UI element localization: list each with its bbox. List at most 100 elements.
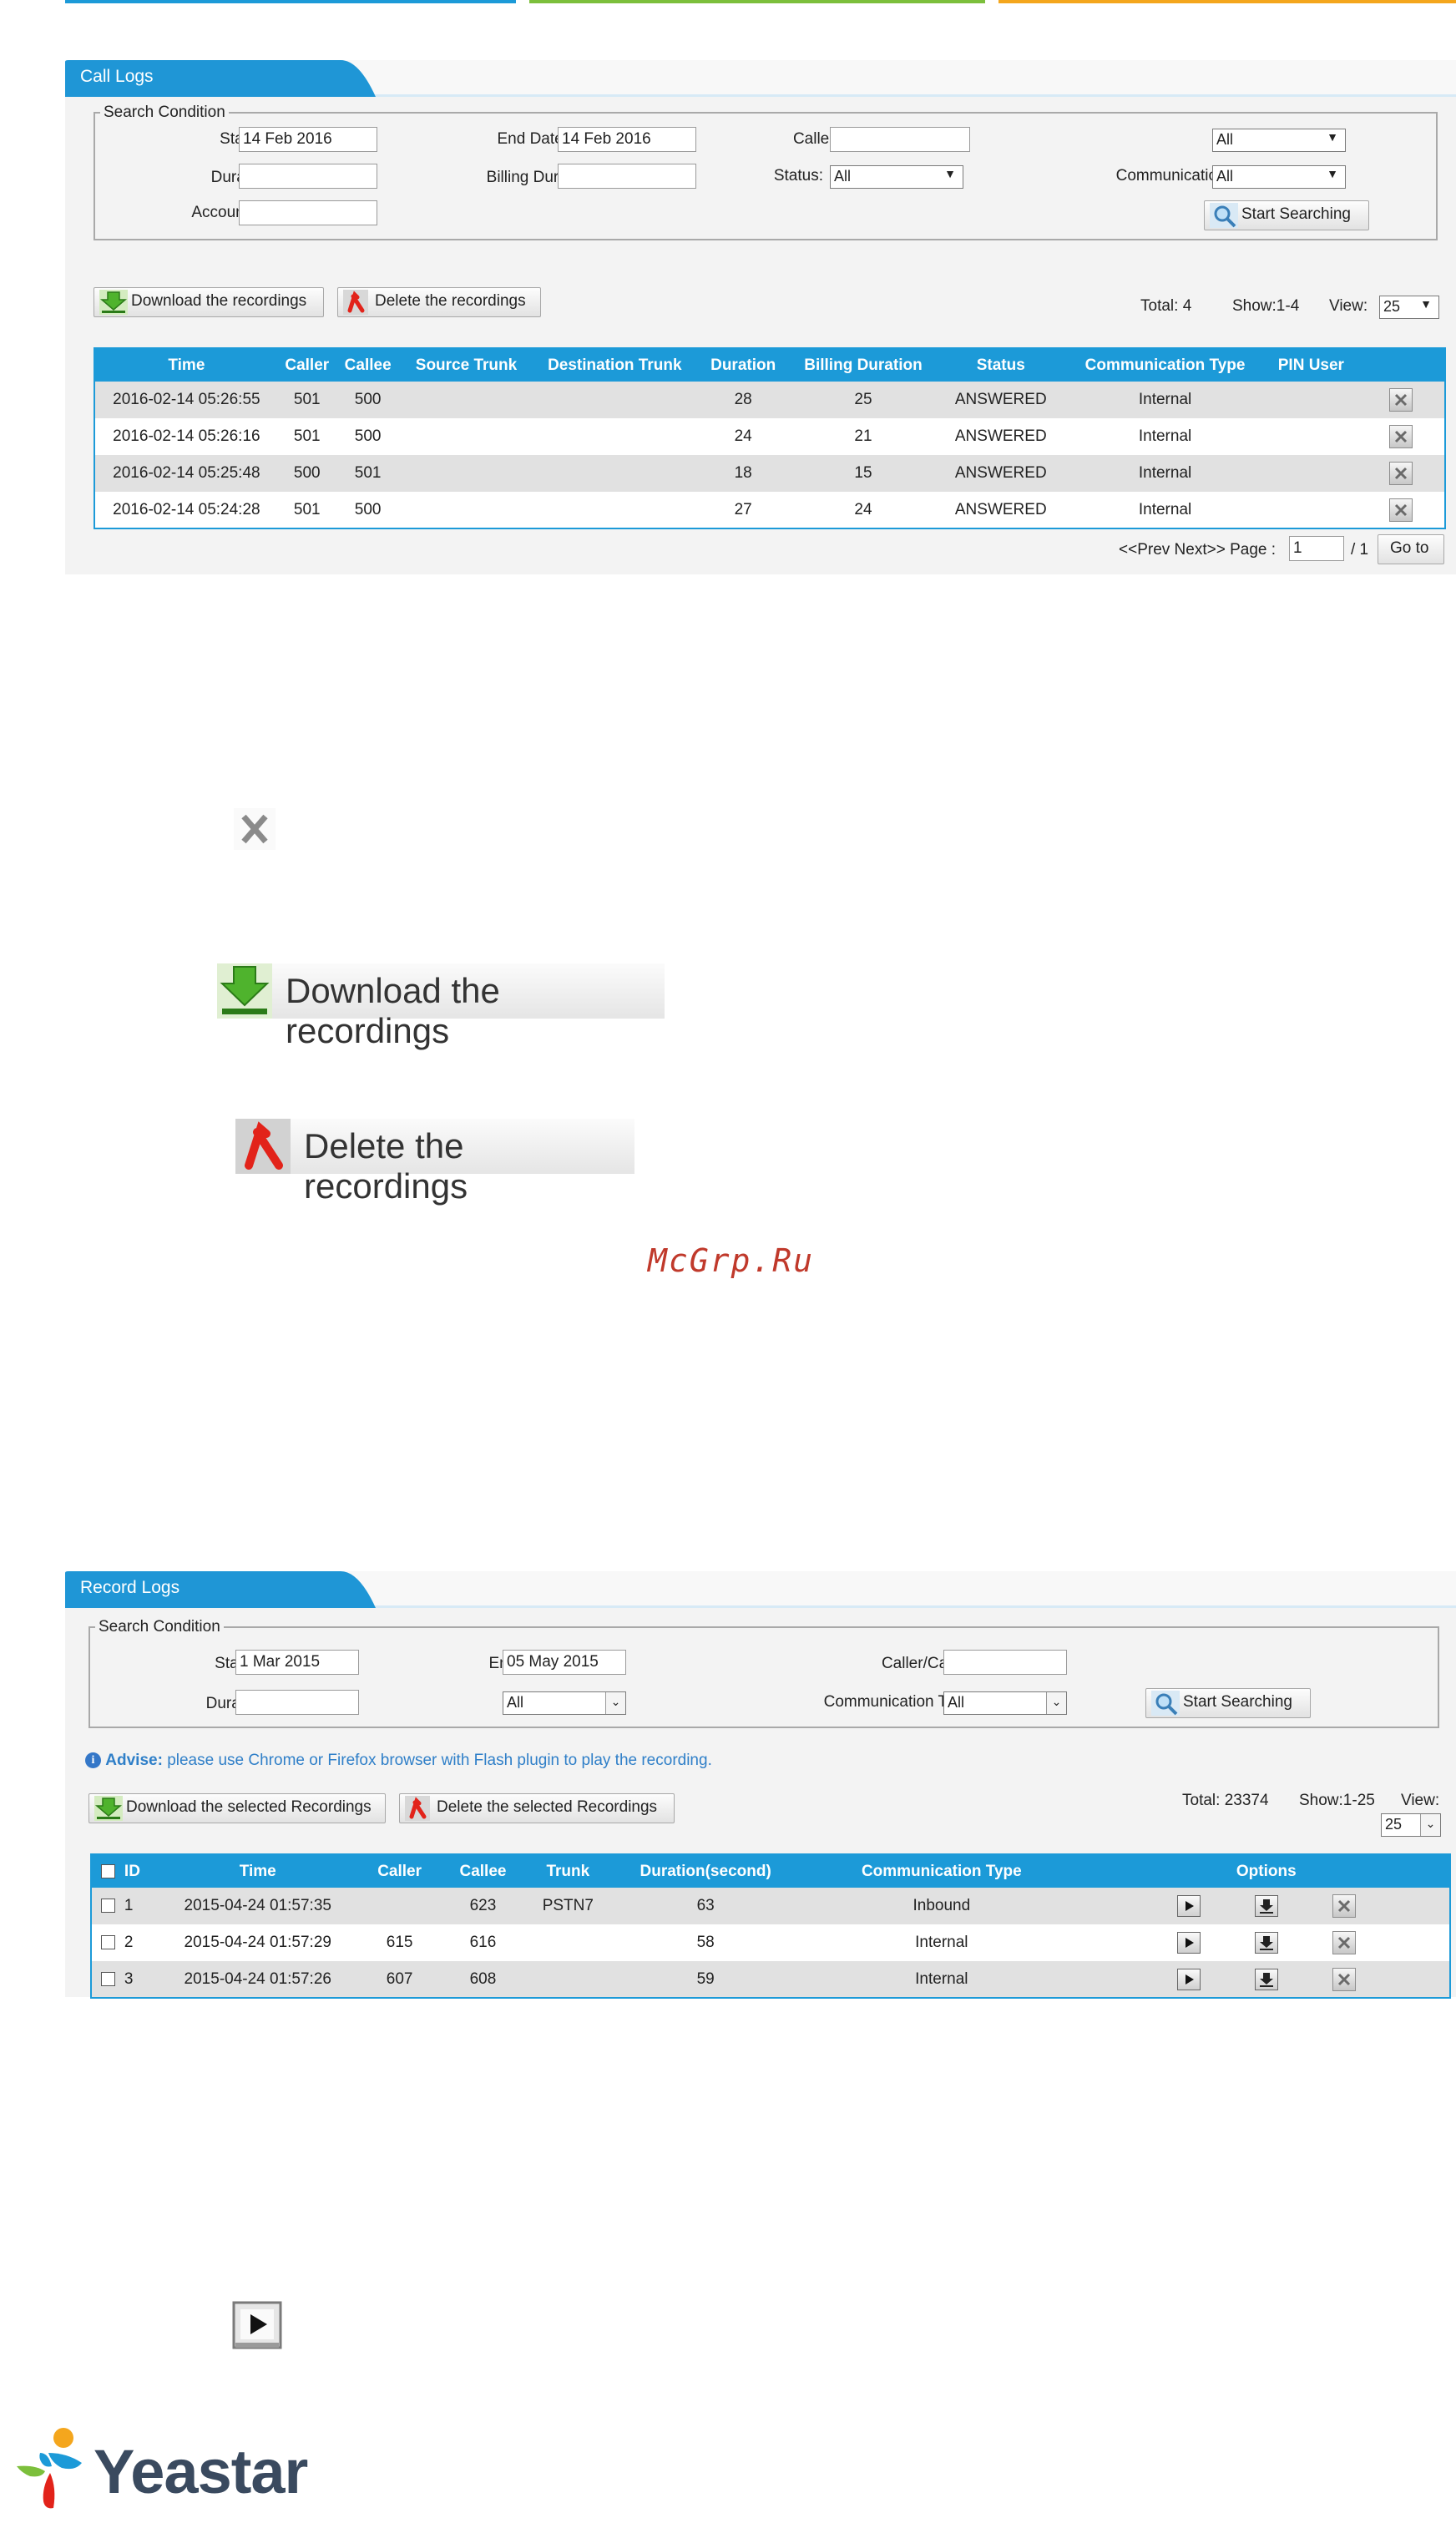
play-triangle-icon — [1185, 1901, 1194, 1911]
cell-status: ANSWERED — [936, 455, 1065, 492]
view-select[interactable]: 25 ⌄ — [1381, 1813, 1441, 1837]
go-to-button[interactable]: Go to — [1378, 534, 1444, 564]
col-destination-trunk[interactable]: Destination Trunk — [533, 348, 697, 382]
pager-prev-next[interactable]: <<Prev Next>> Page : — [1119, 541, 1276, 559]
cell-options — [1083, 1888, 1450, 1924]
comm-type-select[interactable]: All ⌄ — [943, 1691, 1067, 1715]
col-communication-type[interactable]: Communication Type — [1064, 348, 1266, 382]
view-select[interactable]: 25 ▼ — [1379, 296, 1439, 319]
dropdown-arrow-icon: ▼ — [1420, 297, 1432, 311]
start-searching-button[interactable]: Start Searching — [1204, 200, 1369, 230]
chevron-down-icon: ⌄ — [1046, 1692, 1066, 1714]
cell-status: ANSWERED — [936, 382, 1065, 418]
row-checkbox[interactable] — [100, 1971, 115, 1986]
cell-communication-type: Internal — [1064, 492, 1266, 528]
cell-duration: 63 — [611, 1888, 801, 1924]
cell-communication-type: Inbound — [800, 1888, 1084, 1924]
end-date-input[interactable]: 05 May 2015 — [503, 1650, 626, 1675]
col-billing-duration[interactable]: Billing Duration — [790, 348, 937, 382]
call-logs-tab[interactable]: Call Logs — [65, 60, 382, 97]
col-id[interactable]: ID — [124, 1854, 158, 1888]
cell-trunk: PSTN7 — [524, 1888, 612, 1924]
start-date-input[interactable]: 14 Feb 2016 — [239, 127, 377, 152]
row-checkbox[interactable] — [100, 1935, 115, 1950]
cell-destination-trunk — [533, 455, 697, 492]
end-date-input[interactable]: 14 Feb 2016 — [558, 127, 696, 152]
cell-duration: 18 — [696, 455, 791, 492]
table-header-row: ID Time Caller Callee Trunk Duration(sec… — [91, 1854, 1450, 1888]
col-trunk[interactable]: Trunk — [524, 1854, 612, 1888]
col-communication-type[interactable]: Communication Type — [800, 1854, 1084, 1888]
download-selected-recordings-button[interactable]: Download the selected Recordings — [88, 1793, 386, 1823]
col-callee[interactable]: Callee — [336, 348, 400, 382]
cell-caller: 501 — [277, 492, 336, 528]
x-glyph-icon — [1338, 1936, 1351, 1949]
billing-duration-input[interactable] — [558, 164, 696, 189]
record-logs-tab[interactable]: Record Logs — [65, 1571, 382, 1608]
col-time[interactable]: Time — [94, 348, 278, 382]
view-label: View: — [1401, 1792, 1440, 1809]
delete-selected-recordings-button[interactable]: Delete the selected Recordings — [399, 1793, 675, 1823]
col-select-all — [91, 1854, 124, 1888]
col-time[interactable]: Time — [157, 1854, 358, 1888]
cell-communication-type: Internal — [1064, 455, 1266, 492]
cell-action — [1357, 382, 1445, 418]
caller-callee-input[interactable] — [830, 127, 970, 152]
record-logs-tabbar: Record Logs — [65, 1571, 1456, 1608]
show-range: Show:1-4 — [1232, 297, 1300, 315]
cell-time: 2015-04-24 01:57:29 — [157, 1924, 358, 1961]
cell-destination-trunk — [533, 418, 697, 455]
cell-callee: 501 — [336, 455, 400, 492]
download-row-icon[interactable] — [1254, 1932, 1278, 1954]
duration-input[interactable] — [239, 164, 377, 189]
cell-id: 2 — [124, 1924, 158, 1961]
delete-row-icon[interactable] — [1332, 1967, 1357, 1991]
row-checkbox[interactable] — [100, 1899, 115, 1914]
col-callee[interactable]: Callee — [441, 1854, 525, 1888]
col-duration[interactable]: Duration — [696, 348, 791, 382]
trunk-select[interactable]: All ▼ — [1212, 129, 1346, 152]
cell-duration: 58 — [611, 1924, 801, 1961]
delete-row-icon[interactable] — [1388, 388, 1413, 412]
cell-communication-type: Internal — [1064, 418, 1266, 455]
delete-row-icon[interactable] — [1388, 462, 1413, 485]
comm-type-select[interactable]: All ▼ — [1212, 165, 1346, 189]
col-status[interactable]: Status — [936, 348, 1065, 382]
page-number-input[interactable]: 1 — [1289, 536, 1344, 561]
call-logs-tab-title: Call Logs — [80, 67, 154, 86]
cell-caller — [357, 1888, 442, 1924]
duration-input[interactable] — [235, 1690, 359, 1715]
col-caller[interactable]: Caller — [357, 1854, 442, 1888]
cell-callee: 500 — [336, 382, 400, 418]
delete-row-icon[interactable] — [1332, 1931, 1357, 1954]
play-icon[interactable] — [1176, 1932, 1201, 1954]
download-row-icon[interactable] — [1254, 1968, 1278, 1990]
delete-recordings-button[interactable]: Delete the recordings — [337, 287, 541, 317]
delete-icon — [343, 290, 368, 315]
col-source-trunk[interactable]: Source Trunk — [399, 348, 533, 382]
play-icon[interactable] — [1176, 1968, 1201, 1990]
cell-callee: 608 — [441, 1961, 525, 1998]
delete-row-icon[interactable] — [1388, 498, 1413, 522]
caller-callee-input[interactable] — [943, 1650, 1067, 1675]
download-recordings-button[interactable]: Download the recordings — [94, 287, 324, 317]
col-caller[interactable]: Caller — [277, 348, 336, 382]
yeastar-logo-mark — [15, 2428, 95, 2520]
large-delete-row-icon — [232, 806, 277, 857]
download-icon — [94, 1796, 123, 1821]
trunk-select[interactable]: All ⌄ — [503, 1691, 626, 1715]
col-pin-user[interactable]: PIN User — [1265, 348, 1357, 382]
cell-time: 2015-04-24 01:57:26 — [157, 1961, 358, 1998]
download-recordings-label: Download the recordings — [131, 292, 307, 310]
start-date-input[interactable]: 1 Mar 2015 — [235, 1650, 359, 1675]
status-select[interactable]: All ▼ — [830, 165, 963, 189]
col-duration-second[interactable]: Duration(second) — [611, 1854, 801, 1888]
delete-row-icon[interactable] — [1332, 1894, 1357, 1918]
play-icon[interactable] — [1176, 1895, 1201, 1917]
cell-caller: 607 — [357, 1961, 442, 1998]
delete-row-icon[interactable] — [1388, 425, 1413, 448]
start-searching-button[interactable]: Start Searching — [1145, 1688, 1311, 1718]
download-row-icon[interactable] — [1254, 1895, 1278, 1917]
select-all-checkbox[interactable] — [100, 1863, 115, 1878]
account-code-input[interactable] — [239, 200, 377, 225]
